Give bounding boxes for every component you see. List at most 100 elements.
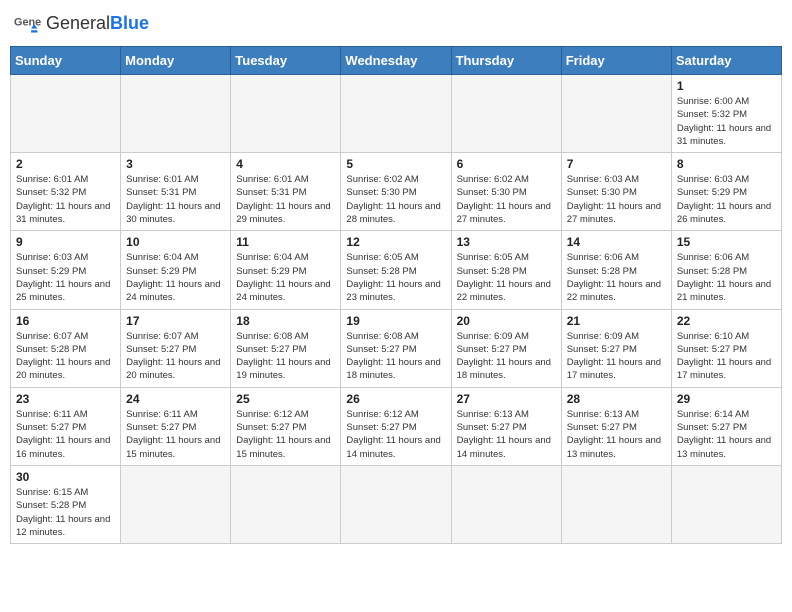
day-info: Sunrise: 6:12 AM Sunset: 5:27 PM Dayligh… bbox=[346, 408, 445, 461]
calendar-week-row: 9 Sunrise: 6:03 AM Sunset: 5:29 PM Daylig… bbox=[11, 231, 782, 309]
day-info: Sunrise: 6:04 AM Sunset: 5:29 PM Dayligh… bbox=[126, 251, 225, 304]
calendar-week-row: 23 Sunrise: 6:11 AM Sunset: 5:27 PM Dayli… bbox=[11, 387, 782, 465]
day-number: 19 bbox=[346, 314, 445, 328]
day-number: 21 bbox=[567, 314, 666, 328]
day-info: Sunrise: 6:04 AM Sunset: 5:29 PM Dayligh… bbox=[236, 251, 335, 304]
day-number: 2 bbox=[16, 157, 115, 171]
calendar-cell: 26Sunrise: 6:12 AM Sunset: 5:27 PM Dayli… bbox=[341, 387, 451, 465]
calendar-cell bbox=[451, 465, 561, 543]
calendar-cell: 1Sunrise: 6:00 AM Sunset: 5:32 PM Daylig… bbox=[671, 75, 781, 153]
day-info: Sunrise: 6:09 AM Sunset: 5:27 PM Dayligh… bbox=[457, 330, 556, 383]
day-info: Sunrise: 6:06 AM Sunset: 5:28 PM Dayligh… bbox=[567, 251, 666, 304]
day-info: Sunrise: 6:01 AM Sunset: 5:31 PM Dayligh… bbox=[126, 173, 225, 226]
day-number: 27 bbox=[457, 392, 556, 406]
day-number: 28 bbox=[567, 392, 666, 406]
day-number: 13 bbox=[457, 235, 556, 249]
weekday-header: Thursday bbox=[451, 47, 561, 75]
day-number: 15 bbox=[677, 235, 776, 249]
day-info: Sunrise: 6:09 AM Sunset: 5:27 PM Dayligh… bbox=[567, 330, 666, 383]
calendar-cell: 5 Sunrise: 6:02 AM Sunset: 5:30 PM Daylig… bbox=[341, 153, 451, 231]
day-number: 25 bbox=[236, 392, 335, 406]
calendar-cell: 19 Sunrise: 6:08 AM Sunset: 5:27 PM Dayli… bbox=[341, 309, 451, 387]
day-info: Sunrise: 6:03 AM Sunset: 5:29 PM Dayligh… bbox=[677, 173, 776, 226]
day-info: Sunrise: 6:08 AM Sunset: 5:27 PM Dayligh… bbox=[346, 330, 445, 383]
day-info: Sunrise: 6:01 AM Sunset: 5:31 PM Dayligh… bbox=[236, 173, 335, 226]
day-info: Sunrise: 6:08 AM Sunset: 5:27 PM Dayligh… bbox=[236, 330, 335, 383]
day-number: 17 bbox=[126, 314, 225, 328]
calendar-table: SundayMondayTuesdayWednesdayThursdayFrid… bbox=[10, 46, 782, 544]
day-number: 14 bbox=[567, 235, 666, 249]
calendar-cell: 23 Sunrise: 6:11 AM Sunset: 5:27 PM Dayli… bbox=[11, 387, 121, 465]
weekday-header: Tuesday bbox=[231, 47, 341, 75]
svg-text:General: General bbox=[14, 17, 42, 29]
calendar-cell bbox=[341, 75, 451, 153]
day-number: 16 bbox=[16, 314, 115, 328]
day-number: 30 bbox=[16, 470, 115, 484]
day-number: 18 bbox=[236, 314, 335, 328]
logo: General GeneralBlue bbox=[14, 10, 149, 38]
day-number: 3 bbox=[126, 157, 225, 171]
day-info: Sunrise: 6:11 AM Sunset: 5:27 PM Dayligh… bbox=[126, 408, 225, 461]
day-info: Sunrise: 6:05 AM Sunset: 5:28 PM Dayligh… bbox=[457, 251, 556, 304]
day-number: 1 bbox=[677, 79, 776, 93]
calendar-cell: 17 Sunrise: 6:07 AM Sunset: 5:27 PM Dayli… bbox=[121, 309, 231, 387]
day-number: 12 bbox=[346, 235, 445, 249]
day-number: 9 bbox=[16, 235, 115, 249]
weekday-header-row: SundayMondayTuesdayWednesdayThursdayFrid… bbox=[11, 47, 782, 75]
calendar-cell: 22 Sunrise: 6:10 AM Sunset: 5:27 PM Dayli… bbox=[671, 309, 781, 387]
calendar-cell: 30Sunrise: 6:15 AM Sunset: 5:28 PM Dayli… bbox=[11, 465, 121, 543]
day-number: 24 bbox=[126, 392, 225, 406]
calendar-cell: 20 Sunrise: 6:09 AM Sunset: 5:27 PM Dayli… bbox=[451, 309, 561, 387]
day-number: 8 bbox=[677, 157, 776, 171]
day-info: Sunrise: 6:07 AM Sunset: 5:27 PM Dayligh… bbox=[126, 330, 225, 383]
calendar-cell: 8 Sunrise: 6:03 AM Sunset: 5:29 PM Daylig… bbox=[671, 153, 781, 231]
day-info: Sunrise: 6:07 AM Sunset: 5:28 PM Dayligh… bbox=[16, 330, 115, 383]
calendar-cell bbox=[561, 75, 671, 153]
weekday-header: Saturday bbox=[671, 47, 781, 75]
logo-text: GeneralBlue bbox=[46, 13, 149, 35]
calendar-cell bbox=[121, 75, 231, 153]
day-info: Sunrise: 6:02 AM Sunset: 5:30 PM Dayligh… bbox=[457, 173, 556, 226]
calendar-week-row: 30Sunrise: 6:15 AM Sunset: 5:28 PM Dayli… bbox=[11, 465, 782, 543]
calendar-cell: 9 Sunrise: 6:03 AM Sunset: 5:29 PM Daylig… bbox=[11, 231, 121, 309]
calendar-cell bbox=[121, 465, 231, 543]
calendar-cell: 24 Sunrise: 6:11 AM Sunset: 5:27 PM Dayli… bbox=[121, 387, 231, 465]
weekday-header: Sunday bbox=[11, 47, 121, 75]
calendar-cell: 28 Sunrise: 6:13 AM Sunset: 5:27 PM Dayli… bbox=[561, 387, 671, 465]
calendar-cell: 27Sunrise: 6:13 AM Sunset: 5:27 PM Dayli… bbox=[451, 387, 561, 465]
day-info: Sunrise: 6:14 AM Sunset: 5:27 PM Dayligh… bbox=[677, 408, 776, 461]
calendar-cell bbox=[231, 75, 341, 153]
calendar-cell: 10 Sunrise: 6:04 AM Sunset: 5:29 PM Dayli… bbox=[121, 231, 231, 309]
logo-icon: General bbox=[14, 10, 42, 38]
day-number: 5 bbox=[346, 157, 445, 171]
calendar-week-row: 2Sunrise: 6:01 AM Sunset: 5:32 PM Daylig… bbox=[11, 153, 782, 231]
calendar-cell: 25Sunrise: 6:12 AM Sunset: 5:27 PM Dayli… bbox=[231, 387, 341, 465]
calendar-cell: 3 Sunrise: 6:01 AM Sunset: 5:31 PM Daylig… bbox=[121, 153, 231, 231]
calendar-cell: 14 Sunrise: 6:06 AM Sunset: 5:28 PM Dayli… bbox=[561, 231, 671, 309]
day-info: Sunrise: 6:10 AM Sunset: 5:27 PM Dayligh… bbox=[677, 330, 776, 383]
day-number: 29 bbox=[677, 392, 776, 406]
day-info: Sunrise: 6:06 AM Sunset: 5:28 PM Dayligh… bbox=[677, 251, 776, 304]
calendar-week-row: 16 Sunrise: 6:07 AM Sunset: 5:28 PM Dayli… bbox=[11, 309, 782, 387]
calendar-cell: 2Sunrise: 6:01 AM Sunset: 5:32 PM Daylig… bbox=[11, 153, 121, 231]
calendar-cell: 15 Sunrise: 6:06 AM Sunset: 5:28 PM Dayli… bbox=[671, 231, 781, 309]
day-number: 22 bbox=[677, 314, 776, 328]
day-number: 7 bbox=[567, 157, 666, 171]
day-info: Sunrise: 6:11 AM Sunset: 5:27 PM Dayligh… bbox=[16, 408, 115, 461]
day-info: Sunrise: 6:03 AM Sunset: 5:29 PM Dayligh… bbox=[16, 251, 115, 304]
calendar-cell: 4 Sunrise: 6:01 AM Sunset: 5:31 PM Daylig… bbox=[231, 153, 341, 231]
calendar-cell bbox=[231, 465, 341, 543]
calendar-cell: 16 Sunrise: 6:07 AM Sunset: 5:28 PM Dayli… bbox=[11, 309, 121, 387]
day-number: 20 bbox=[457, 314, 556, 328]
calendar-cell: 11Sunrise: 6:04 AM Sunset: 5:29 PM Dayli… bbox=[231, 231, 341, 309]
calendar-cell: 21 Sunrise: 6:09 AM Sunset: 5:27 PM Dayli… bbox=[561, 309, 671, 387]
calendar-cell: 6 Sunrise: 6:02 AM Sunset: 5:30 PM Daylig… bbox=[451, 153, 561, 231]
day-number: 4 bbox=[236, 157, 335, 171]
day-info: Sunrise: 6:13 AM Sunset: 5:27 PM Dayligh… bbox=[567, 408, 666, 461]
day-info: Sunrise: 6:02 AM Sunset: 5:30 PM Dayligh… bbox=[346, 173, 445, 226]
page-header: General GeneralBlue bbox=[10, 10, 782, 38]
day-number: 6 bbox=[457, 157, 556, 171]
calendar-cell: 7Sunrise: 6:03 AM Sunset: 5:30 PM Daylig… bbox=[561, 153, 671, 231]
day-number: 10 bbox=[126, 235, 225, 249]
day-number: 23 bbox=[16, 392, 115, 406]
